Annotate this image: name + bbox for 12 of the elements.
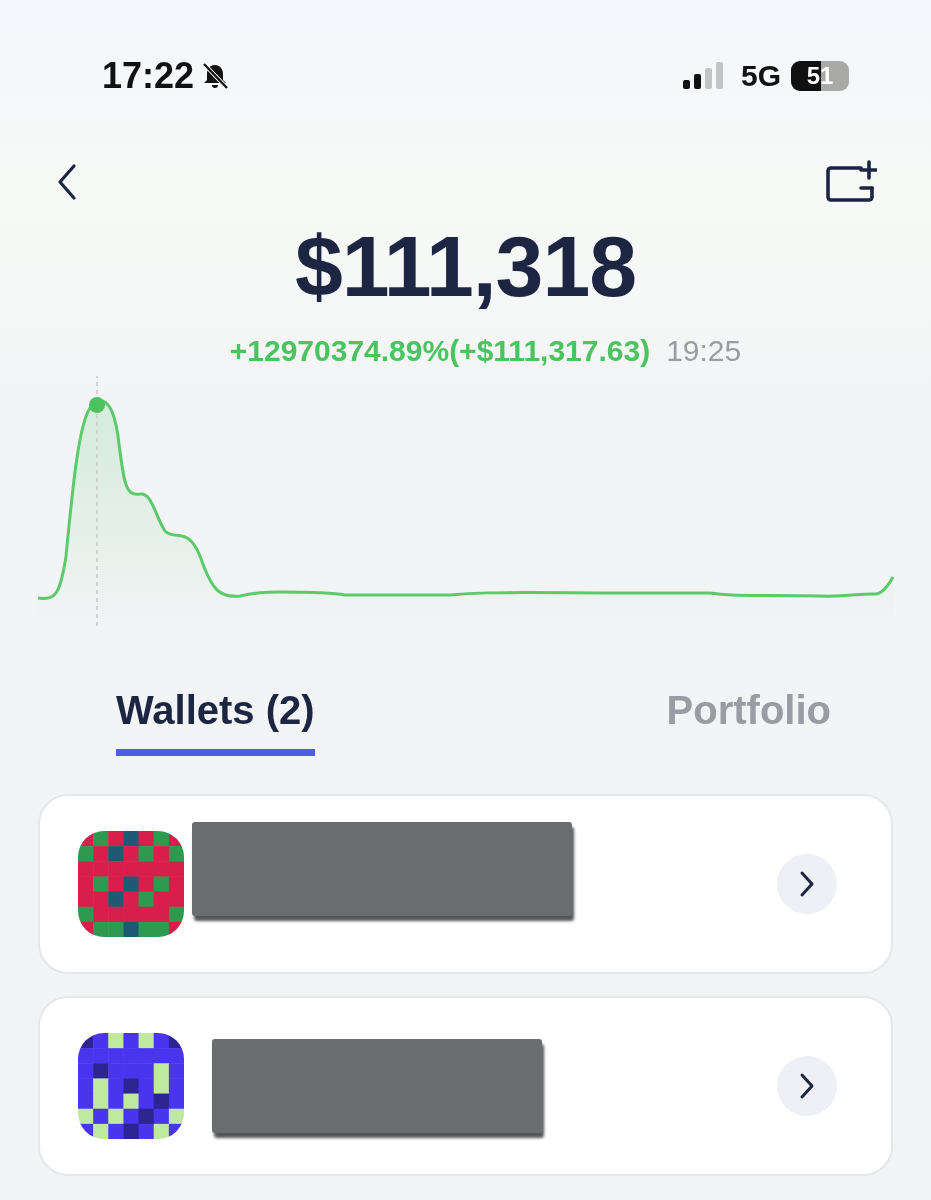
change-value: +12970374.89%(+$111,317.63) bbox=[229, 334, 651, 368]
tab[interactable]: Wallets (2) bbox=[116, 682, 315, 756]
chevron-icon bbox=[798, 1072, 816, 1100]
clock-time: 17:22 bbox=[102, 55, 195, 97]
wallet-card[interactable] bbox=[38, 996, 893, 1176]
add-wallet-icon[interactable] bbox=[825, 160, 877, 204]
chevron-icon bbox=[798, 870, 816, 898]
network-label: 5G bbox=[740, 59, 781, 93]
balance-amount: $111,318 bbox=[293, 217, 638, 316]
muted-bell-icon bbox=[200, 61, 231, 91]
wallet-card[interactable] bbox=[38, 794, 893, 974]
change-time: 19:25 bbox=[666, 334, 742, 368]
